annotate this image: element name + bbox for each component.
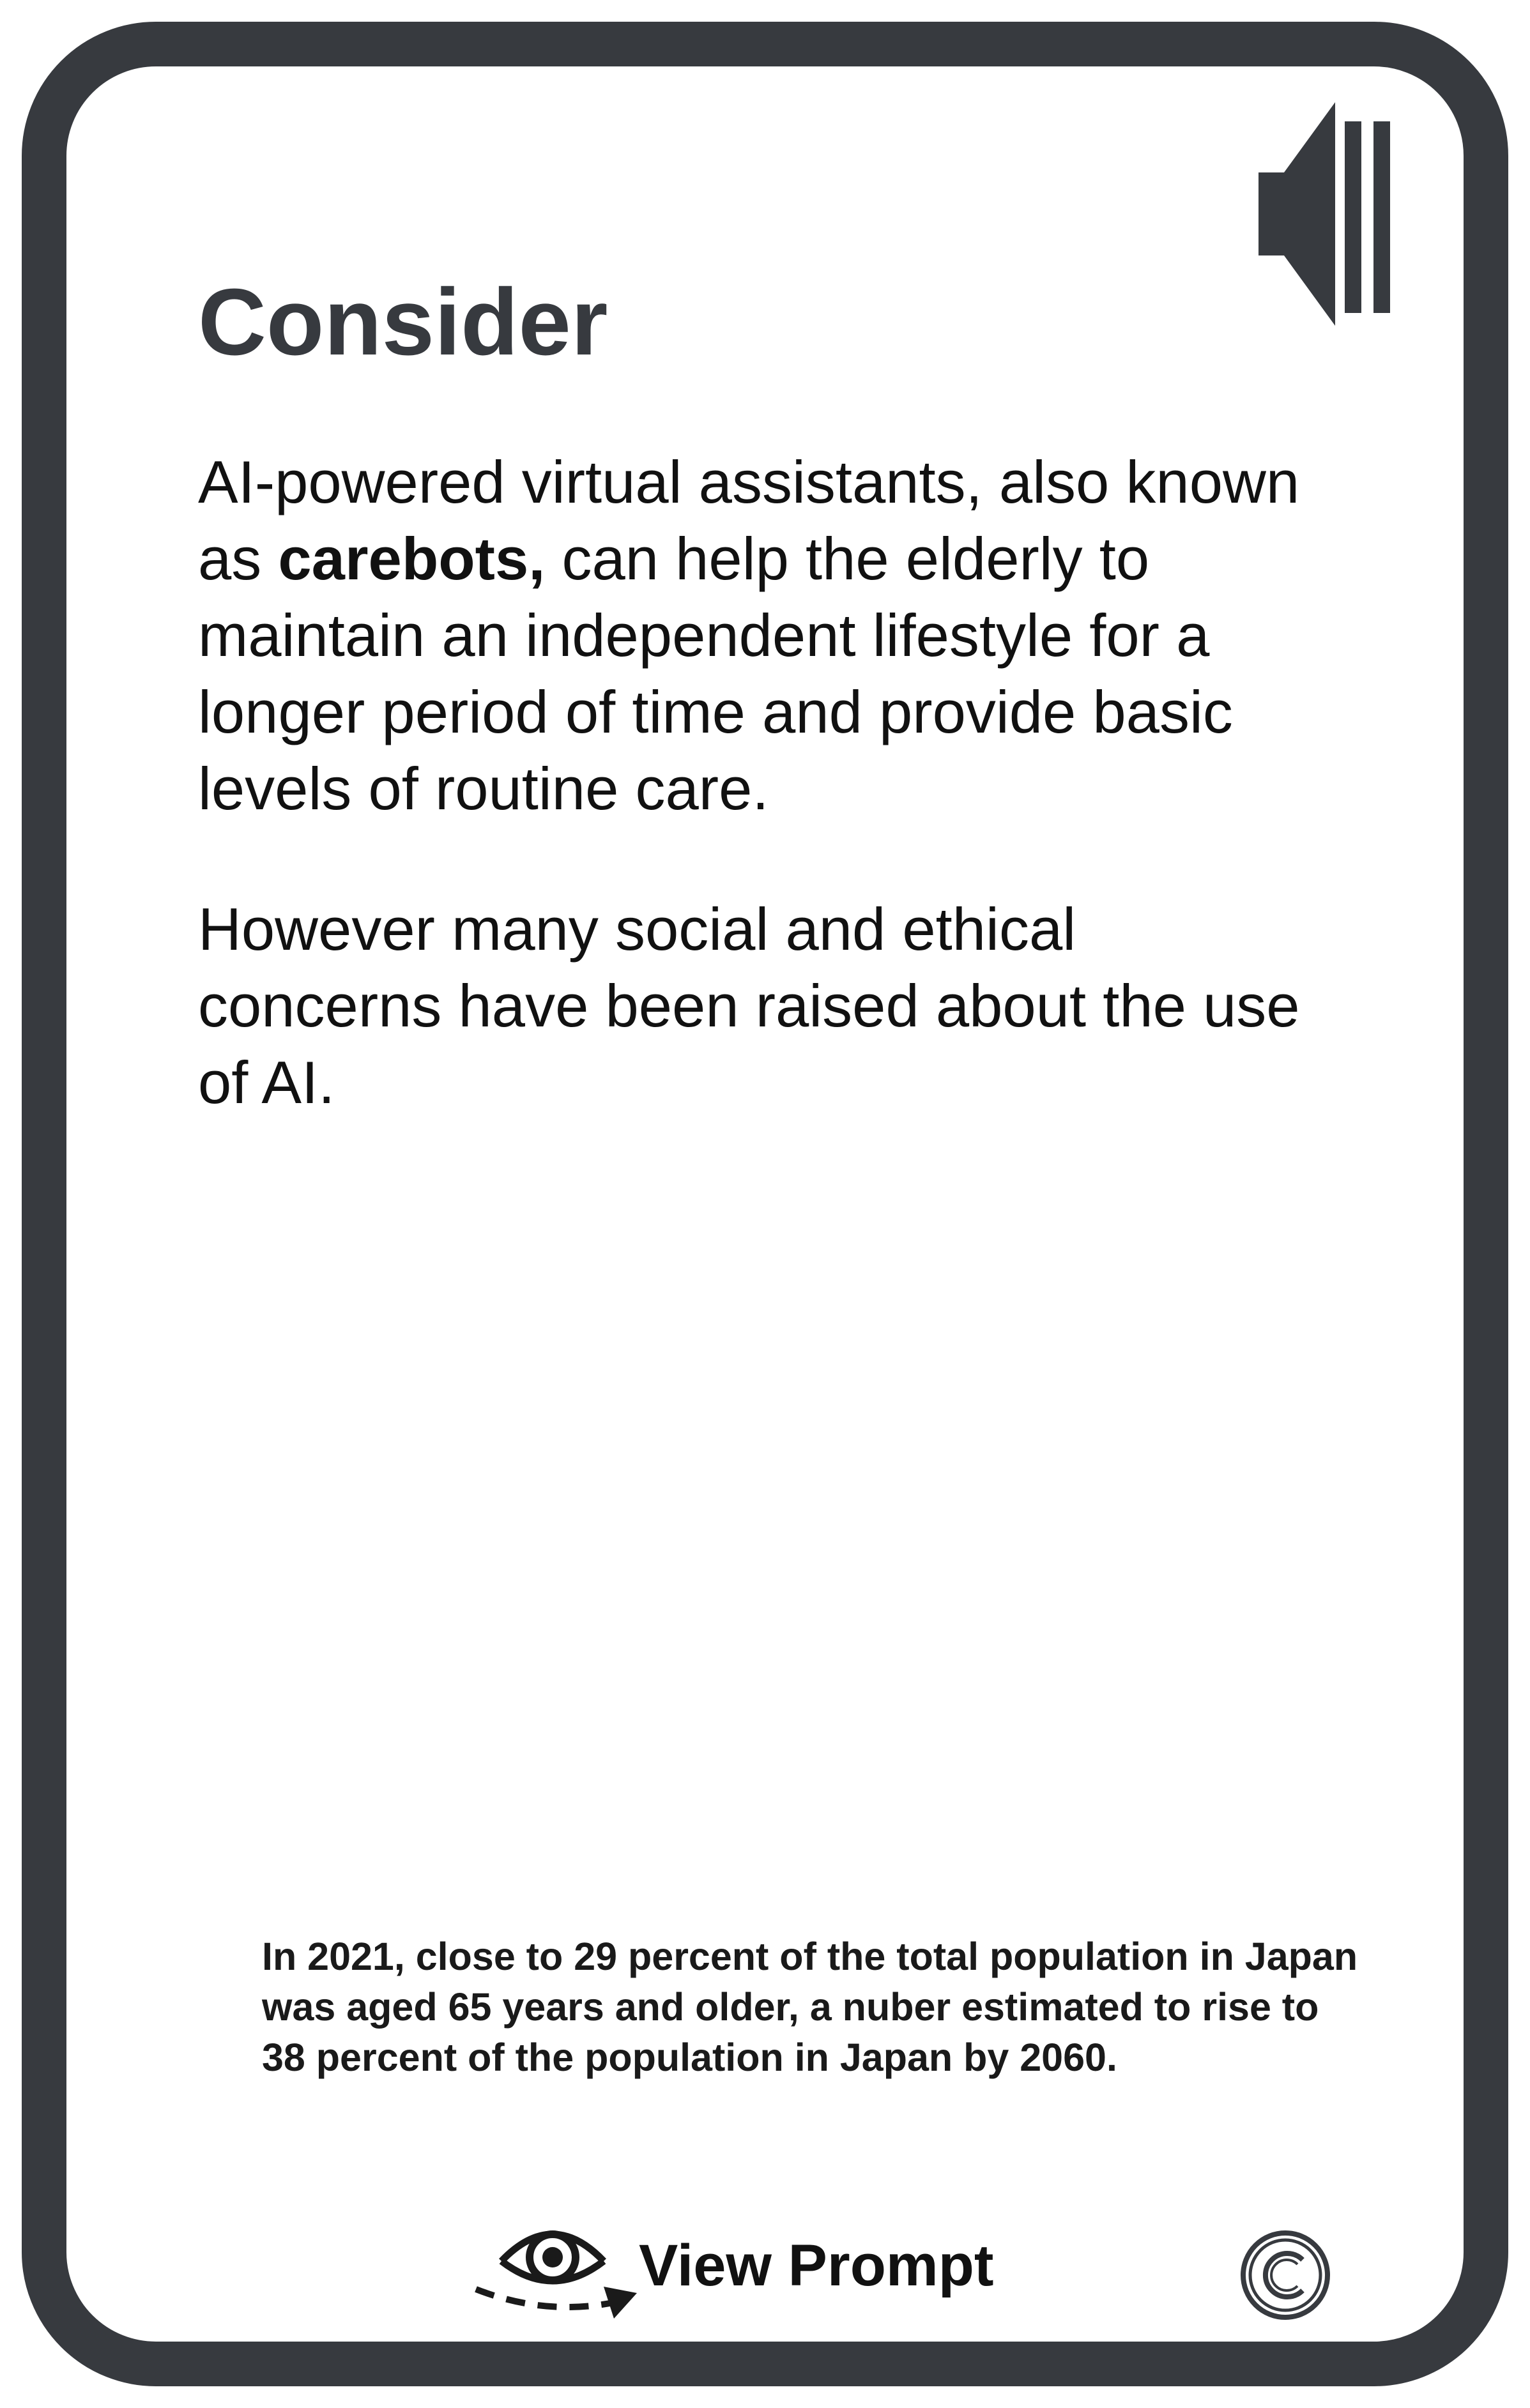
view-prompt-button[interactable]: View Prompt [470,2211,994,2320]
speaker-icon[interactable] [1252,102,1405,326]
copyright-icon [1241,2230,1330,2320]
carebots-term: carebots, [278,525,546,592]
card-title: Consider [198,270,608,375]
concerns-paragraph: However many social and ethical concerns… [198,895,1300,1116]
intro-paragraph: AI-powered virtual assistants, also know… [198,444,1322,827]
view-prompt-label: View Prompt [639,2233,994,2298]
eye-icon [475,2230,637,2319]
population-fact: In 2021, close to 29 percent of the tota… [262,1935,1358,2079]
